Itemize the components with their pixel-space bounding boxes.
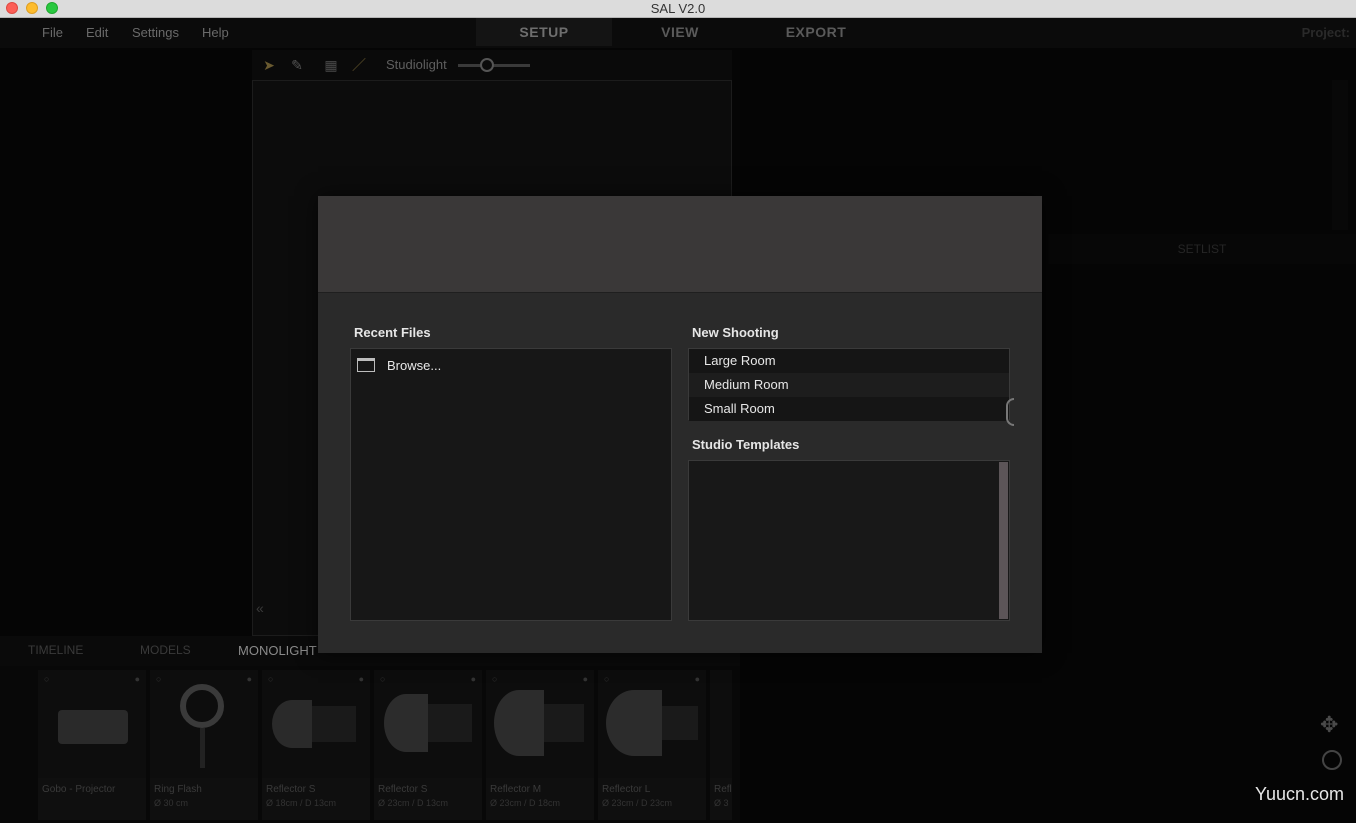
favorite-icon[interactable]: ●: [583, 674, 588, 684]
folder-icon: [357, 358, 375, 372]
item-thumbnail: [486, 670, 594, 778]
menu-settings[interactable]: Settings: [132, 25, 179, 40]
grid-tool-icon[interactable]: ▦: [322, 56, 340, 74]
studiolight-slider[interactable]: [458, 64, 530, 67]
new-shooting-list: Large Room Medium Room Small Room: [688, 348, 1010, 421]
library-item[interactable]: ○ ● Reflector S Ø 18cm / D 13cm: [262, 670, 370, 820]
item-name: Gobo - Projector: [42, 784, 116, 795]
item-dims: Ø 23cm / D 18cm: [490, 798, 561, 808]
studio-templates-list[interactable]: [688, 460, 1010, 621]
tab-models[interactable]: MODELS: [140, 643, 191, 657]
browse-label: Browse...: [387, 358, 442, 373]
right-panel-scrollbar[interactable]: [1332, 80, 1348, 230]
item-dims: Ø 30 cm: [154, 798, 189, 808]
item-thumbnail: [150, 670, 258, 778]
library-item[interactable]: ○ ● Ring Flash Ø 30 cm: [150, 670, 258, 820]
menu-file[interactable]: File: [42, 25, 63, 40]
info-icon: ○: [380, 674, 386, 684]
project-label: Project:: [1301, 25, 1350, 40]
item-thumbnail: [374, 670, 482, 778]
item-name: Reflector L: [602, 784, 651, 795]
move-icon[interactable]: ✥: [1320, 712, 1338, 738]
title-bar: SAL V2.0: [0, 0, 1356, 18]
watermark: Yuucn.com: [1254, 784, 1344, 804]
item-dims: Ø 3: [714, 798, 729, 808]
item-name: Reflector S: [266, 784, 316, 795]
menu-edit[interactable]: Edit: [86, 25, 108, 40]
item-thumbnail: [38, 670, 146, 778]
item-dims: Ø 23cm / D 13cm: [378, 798, 449, 808]
rotate-icon[interactable]: [1322, 750, 1342, 770]
dialog-header: [318, 196, 1042, 293]
item-thumbnail: [262, 670, 370, 778]
library-item[interactable]: ○ ● Reflector M Ø 23cm / D 18cm: [486, 670, 594, 820]
room-option-medium[interactable]: Medium Room: [689, 373, 1009, 397]
new-shooting-title: New Shooting: [692, 325, 779, 340]
menu-bar: File Edit Settings Help SETUP VIEW EXPOR…: [0, 18, 1356, 48]
library-item[interactable]: Refl Ø 3: [710, 670, 732, 820]
item-name: Ring Flash: [154, 784, 202, 795]
favorite-icon[interactable]: ●: [135, 674, 140, 684]
item-thumbnail: [710, 670, 732, 778]
room-option-large[interactable]: Large Room: [689, 349, 1009, 373]
recent-files-title: Recent Files: [354, 325, 431, 340]
item-name: Reflector S: [378, 784, 428, 795]
studio-templates-title: Studio Templates: [692, 437, 800, 452]
favorite-icon[interactable]: ●: [247, 674, 252, 684]
info-icon: ○: [604, 674, 610, 684]
tab-timeline[interactable]: TIMELINE: [28, 643, 83, 657]
menu-help[interactable]: Help: [202, 25, 229, 40]
info-icon: ○: [44, 674, 50, 684]
studiolight-label: Studiolight: [386, 57, 447, 72]
studiolight-slider-knob[interactable]: [479, 58, 494, 72]
info-icon: ○: [156, 674, 162, 684]
tab-export[interactable]: EXPORT: [748, 18, 884, 46]
favorite-icon[interactable]: ●: [695, 674, 700, 684]
library-item[interactable]: ○ ● Gobo - Projector: [38, 670, 146, 820]
recent-files-list[interactable]: Browse...: [350, 348, 672, 621]
info-icon: ○: [268, 674, 274, 684]
collapse-icon[interactable]: «: [256, 600, 264, 616]
item-name: Refl: [714, 784, 732, 795]
favorite-icon[interactable]: ●: [359, 674, 364, 684]
item-dims: Ø 18cm / D 13cm: [266, 798, 337, 808]
tab-view[interactable]: VIEW: [612, 18, 748, 46]
browse-item[interactable]: Browse...: [355, 355, 655, 379]
room-option-small[interactable]: Small Room: [689, 397, 1009, 421]
templates-scrollbar[interactable]: [999, 462, 1008, 619]
item-name: Reflector M: [490, 784, 542, 795]
info-icon: ○: [492, 674, 498, 684]
window-title: SAL V2.0: [650, 1, 706, 16]
measure-tool-icon[interactable]: ／: [350, 56, 368, 74]
tab-setup[interactable]: SETUP: [476, 18, 612, 46]
start-dialog: Recent Files Browse... New Shooting Larg…: [318, 196, 1042, 653]
list-scroll-handle[interactable]: [1006, 398, 1014, 426]
setlist-label[interactable]: SETLIST: [1048, 242, 1356, 256]
item-thumbnail: [598, 670, 706, 778]
library-item[interactable]: ○ ● Reflector L Ø 23cm / D 23cm: [598, 670, 706, 820]
favorite-icon[interactable]: ●: [471, 674, 476, 684]
tab-monolight[interactable]: MONOLIGHT: [238, 643, 317, 658]
pointer-tool-icon[interactable]: ➤: [260, 56, 278, 74]
library-item[interactable]: ○ ● Reflector S Ø 23cm / D 13cm: [374, 670, 482, 820]
item-dims: Ø 23cm / D 23cm: [602, 798, 673, 808]
pen-tool-icon[interactable]: ✎: [288, 56, 306, 74]
